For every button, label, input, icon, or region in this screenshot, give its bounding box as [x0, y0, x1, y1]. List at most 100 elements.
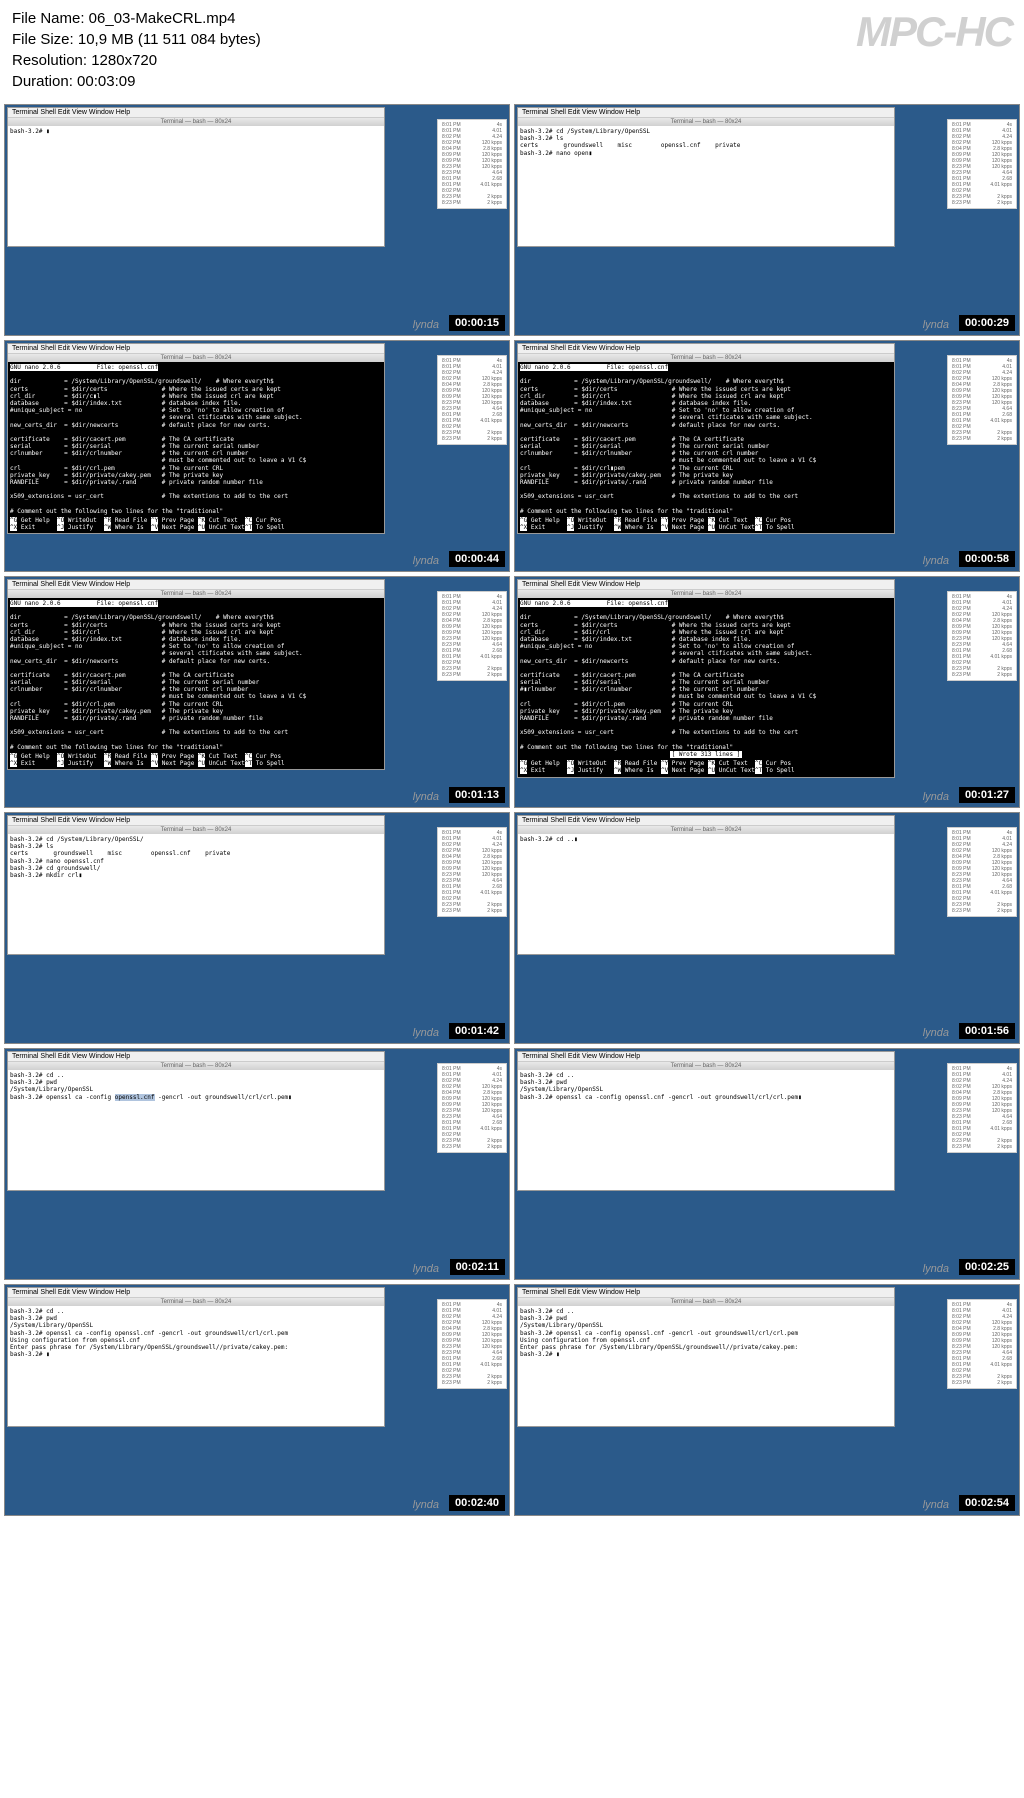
menubar[interactable]: Terminal Shell Edit View Window Help — [518, 1288, 894, 1298]
watermark: lynda — [413, 555, 439, 567]
terminal-window: Terminal Shell Edit View Window HelpTerm… — [7, 107, 385, 247]
duration: Duration: 00:03:09 — [12, 71, 1012, 92]
terminal-window: Terminal Shell Edit View Window HelpTerm… — [7, 1051, 385, 1191]
app-logo: MPC-HC — [856, 8, 1012, 56]
terminal-window: Terminal Shell Edit View Window HelpTerm… — [517, 107, 895, 247]
menubar[interactable]: Terminal Shell Edit View Window Help — [518, 344, 894, 354]
stats-sidebar: 8:01 PM4s8:01 PM4.018:02 PM4.248:02 PM12… — [437, 355, 507, 445]
menubar[interactable]: Terminal Shell Edit View Window Help — [8, 108, 384, 118]
terminal-window: Terminal Shell Edit View Window HelpTerm… — [7, 579, 385, 770]
titlebar: Terminal — bash — 80x24 — [518, 590, 894, 598]
titlebar: Terminal — bash — 80x24 — [8, 590, 384, 598]
watermark: lynda — [413, 1499, 439, 1511]
timestamp: 00:02:40 — [449, 1495, 505, 1511]
watermark: lynda — [923, 1499, 949, 1511]
titlebar: Terminal — bash — 80x24 — [8, 354, 384, 362]
terminal-content[interactable]: bash-3.2# cd /System/Library/OpenSSL bas… — [518, 126, 894, 246]
terminal-content[interactable]: bash-3.2# cd .. bash-3.2# pwd /System/Li… — [518, 1306, 894, 1426]
menubar[interactable]: Terminal Shell Edit View Window Help — [518, 580, 894, 590]
timestamp: 00:00:44 — [449, 551, 505, 567]
terminal-content[interactable]: GNU nano 2.0.6 File: openssl.cnf dir = /… — [518, 598, 894, 777]
timestamp: 00:00:15 — [449, 315, 505, 331]
titlebar: Terminal — bash — 80x24 — [8, 1298, 384, 1306]
terminal-content[interactable]: GNU nano 2.0.6 File: openssl.cnf dir = /… — [8, 598, 384, 769]
titlebar: Terminal — bash — 80x24 — [518, 118, 894, 126]
terminal-content[interactable]: GNU nano 2.0.6 File: openssl.cnf dir = /… — [8, 362, 384, 533]
timestamp: 00:01:13 — [449, 787, 505, 803]
menubar[interactable]: Terminal Shell Edit View Window Help — [8, 1288, 384, 1298]
timestamp: 00:02:25 — [959, 1259, 1015, 1275]
timestamp: 00:00:58 — [959, 551, 1015, 567]
terminal-window: Terminal Shell Edit View Window HelpTerm… — [7, 343, 385, 534]
terminal-window: Terminal Shell Edit View Window HelpTerm… — [7, 815, 385, 955]
thumbnail-8[interactable]: Terminal Shell Edit View Window HelpTerm… — [514, 812, 1020, 1044]
titlebar: Terminal — bash — 80x24 — [518, 1062, 894, 1070]
stats-sidebar: 8:01 PM4s8:01 PM4.018:02 PM4.248:02 PM12… — [437, 119, 507, 209]
watermark: lynda — [923, 1263, 949, 1275]
stats-sidebar: 8:01 PM4s8:01 PM4.018:02 PM4.248:02 PM12… — [947, 1299, 1017, 1389]
terminal-content[interactable]: bash-3.2# cd .. bash-3.2# pwd /System/Li… — [518, 1070, 894, 1190]
terminal-window: Terminal Shell Edit View Window HelpTerm… — [517, 579, 895, 778]
thumbnail-1[interactable]: Terminal Shell Edit View Window HelpTerm… — [4, 104, 510, 336]
timestamp: 00:01:27 — [959, 787, 1015, 803]
titlebar: Terminal — bash — 80x24 — [8, 118, 384, 126]
stats-sidebar: 8:01 PM4s8:01 PM4.018:02 PM4.248:02 PM12… — [437, 827, 507, 917]
stats-sidebar: 8:01 PM4s8:01 PM4.018:02 PM4.248:02 PM12… — [947, 355, 1017, 445]
menubar[interactable]: Terminal Shell Edit View Window Help — [8, 816, 384, 826]
stats-sidebar: 8:01 PM4s8:01 PM4.018:02 PM4.248:02 PM12… — [437, 1063, 507, 1153]
terminal-content[interactable]: bash-3.2# cd ..▮ — [518, 834, 894, 954]
titlebar: Terminal — bash — 80x24 — [518, 354, 894, 362]
timestamp: 00:02:11 — [450, 1259, 505, 1275]
thumbnail-4[interactable]: Terminal Shell Edit View Window HelpTerm… — [514, 340, 1020, 572]
thumbnail-10[interactable]: Terminal Shell Edit View Window HelpTerm… — [514, 1048, 1020, 1280]
menubar[interactable]: Terminal Shell Edit View Window Help — [518, 816, 894, 826]
timestamp: 00:02:54 — [959, 1495, 1015, 1511]
terminal-content[interactable]: bash-3.2# ▮ — [8, 126, 384, 246]
watermark: lynda — [923, 1027, 949, 1039]
stats-sidebar: 8:01 PM4s8:01 PM4.018:02 PM4.248:02 PM12… — [947, 591, 1017, 681]
timestamp: 00:01:42 — [449, 1023, 505, 1039]
terminal-content[interactable]: GNU nano 2.0.6 File: openssl.cnf dir = /… — [518, 362, 894, 533]
watermark: lynda — [923, 555, 949, 567]
titlebar: Terminal — bash — 80x24 — [518, 1298, 894, 1306]
terminal-window: Terminal Shell Edit View Window HelpTerm… — [517, 343, 895, 534]
titlebar: Terminal — bash — 80x24 — [8, 826, 384, 834]
menubar[interactable]: Terminal Shell Edit View Window Help — [518, 1052, 894, 1062]
terminal-window: Terminal Shell Edit View Window HelpTerm… — [517, 1051, 895, 1191]
terminal-content[interactable]: bash-3.2# cd .. bash-3.2# pwd /System/Li… — [8, 1070, 384, 1190]
thumbnail-grid: Terminal Shell Edit View Window HelpTerm… — [0, 100, 1024, 1520]
terminal-content[interactable]: bash-3.2# cd /System/Library/OpenSSL/ ba… — [8, 834, 384, 954]
thumbnail-7[interactable]: Terminal Shell Edit View Window HelpTerm… — [4, 812, 510, 1044]
timestamp: 00:01:56 — [959, 1023, 1015, 1039]
terminal-window: Terminal Shell Edit View Window HelpTerm… — [517, 1287, 895, 1427]
timestamp: 00:00:29 — [959, 315, 1015, 331]
thumbnail-12[interactable]: Terminal Shell Edit View Window HelpTerm… — [514, 1284, 1020, 1516]
thumbnail-6[interactable]: Terminal Shell Edit View Window HelpTerm… — [514, 576, 1020, 808]
stats-sidebar: 8:01 PM4s8:01 PM4.018:02 PM4.248:02 PM12… — [947, 827, 1017, 917]
terminal-window: Terminal Shell Edit View Window HelpTerm… — [7, 1287, 385, 1427]
thumbnail-3[interactable]: Terminal Shell Edit View Window HelpTerm… — [4, 340, 510, 572]
titlebar: Terminal — bash — 80x24 — [8, 1062, 384, 1070]
stats-sidebar: 8:01 PM4s8:01 PM4.018:02 PM4.248:02 PM12… — [947, 1063, 1017, 1153]
watermark: lynda — [923, 791, 949, 803]
thumbnail-9[interactable]: Terminal Shell Edit View Window HelpTerm… — [4, 1048, 510, 1280]
menubar[interactable]: Terminal Shell Edit View Window Help — [8, 580, 384, 590]
terminal-content[interactable]: bash-3.2# cd .. bash-3.2# pwd /System/Li… — [8, 1306, 384, 1426]
menubar[interactable]: Terminal Shell Edit View Window Help — [518, 108, 894, 118]
menubar[interactable]: Terminal Shell Edit View Window Help — [8, 1052, 384, 1062]
watermark: lynda — [413, 1027, 439, 1039]
watermark: lynda — [923, 319, 949, 331]
menubar[interactable]: Terminal Shell Edit View Window Help — [8, 344, 384, 354]
titlebar: Terminal — bash — 80x24 — [518, 826, 894, 834]
thumbnail-2[interactable]: Terminal Shell Edit View Window HelpTerm… — [514, 104, 1020, 336]
watermark: lynda — [413, 791, 439, 803]
thumbnail-11[interactable]: Terminal Shell Edit View Window HelpTerm… — [4, 1284, 510, 1516]
stats-sidebar: 8:01 PM4s8:01 PM4.018:02 PM4.248:02 PM12… — [437, 1299, 507, 1389]
stats-sidebar: 8:01 PM4s8:01 PM4.018:02 PM4.248:02 PM12… — [947, 119, 1017, 209]
file-info-header: File Name: 06_03-MakeCRL.mp4 File Size: … — [0, 0, 1024, 100]
watermark: lynda — [413, 1263, 439, 1275]
terminal-window: Terminal Shell Edit View Window HelpTerm… — [517, 815, 895, 955]
thumbnail-5[interactable]: Terminal Shell Edit View Window HelpTerm… — [4, 576, 510, 808]
stats-sidebar: 8:01 PM4s8:01 PM4.018:02 PM4.248:02 PM12… — [437, 591, 507, 681]
watermark: lynda — [413, 319, 439, 331]
